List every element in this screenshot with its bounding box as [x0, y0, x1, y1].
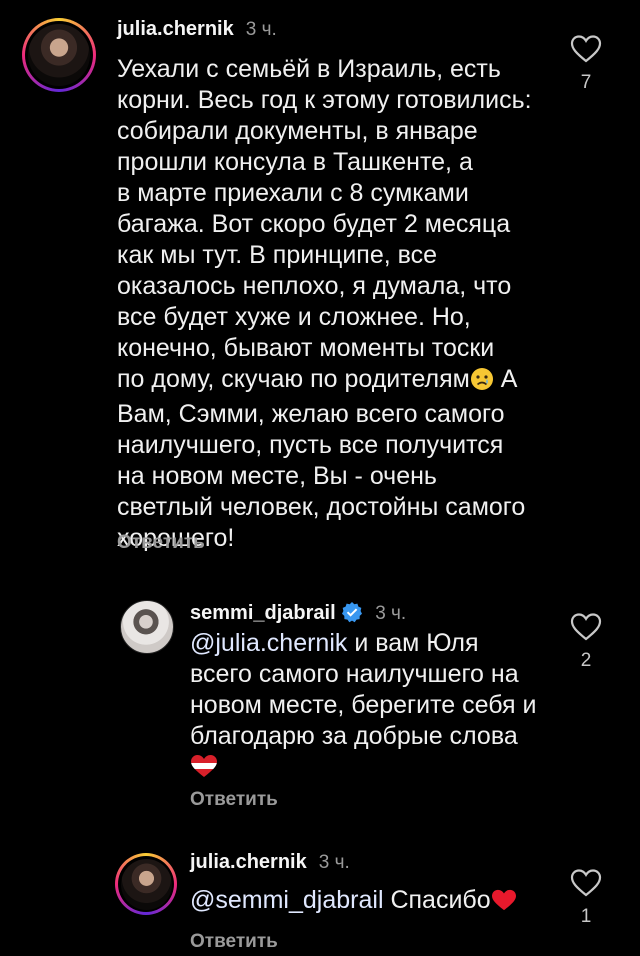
comment-3: julia.chernik 3 ч. @semmi_djabrail Спаси… [0, 840, 640, 956]
like-button[interactable]: 2 [569, 612, 603, 672]
timestamp: 3 ч. [318, 852, 350, 873]
red-heart-icon [491, 888, 517, 920]
username[interactable]: semmi_djabrail [190, 597, 363, 625]
reply-button[interactable]: Ответить [190, 789, 278, 811]
timestamp: 3 ч. [375, 603, 407, 624]
reply-button[interactable]: Ответить [190, 931, 278, 953]
heart-outline-icon [570, 613, 602, 641]
crying-face-icon [470, 367, 494, 399]
comment-text: @julia.chernik и вам Юля всего самого на… [190, 628, 550, 787]
comment-2: semmi_djabrail 3 ч. @julia.chernik и вам… [0, 580, 640, 820]
avatar [120, 858, 172, 910]
avatar-story-ring[interactable] [22, 18, 96, 92]
heart-flag-icon [190, 753, 218, 787]
like-count: 1 [580, 906, 592, 927]
timestamp: 3 ч. [245, 19, 277, 40]
avatar-story-ring[interactable] [115, 853, 177, 915]
like-count: 7 [580, 72, 592, 93]
comment-1: julia.chernik 3 ч. Уехали с семьёй в Изр… [0, 0, 640, 570]
comment-text: @semmi_djabrail Спасибо [190, 885, 550, 920]
reply-button[interactable]: Ответить [117, 532, 205, 554]
verified-badge-icon [341, 601, 363, 623]
mention-link[interactable]: @semmi_djabrail [190, 886, 384, 914]
like-count: 2 [580, 650, 592, 671]
like-button[interactable]: 1 [569, 868, 603, 928]
heart-outline-icon [570, 869, 602, 897]
username[interactable]: julia.chernik [117, 18, 234, 41]
like-button[interactable]: 7 [569, 34, 603, 94]
avatar[interactable] [120, 600, 174, 654]
mention-link[interactable]: @julia.chernik [190, 629, 347, 657]
username[interactable]: julia.chernik [190, 851, 307, 874]
comment-text: Уехали с семьёй в Израиль, есть корни. В… [117, 55, 532, 552]
avatar [28, 24, 90, 86]
heart-outline-icon [570, 35, 602, 63]
